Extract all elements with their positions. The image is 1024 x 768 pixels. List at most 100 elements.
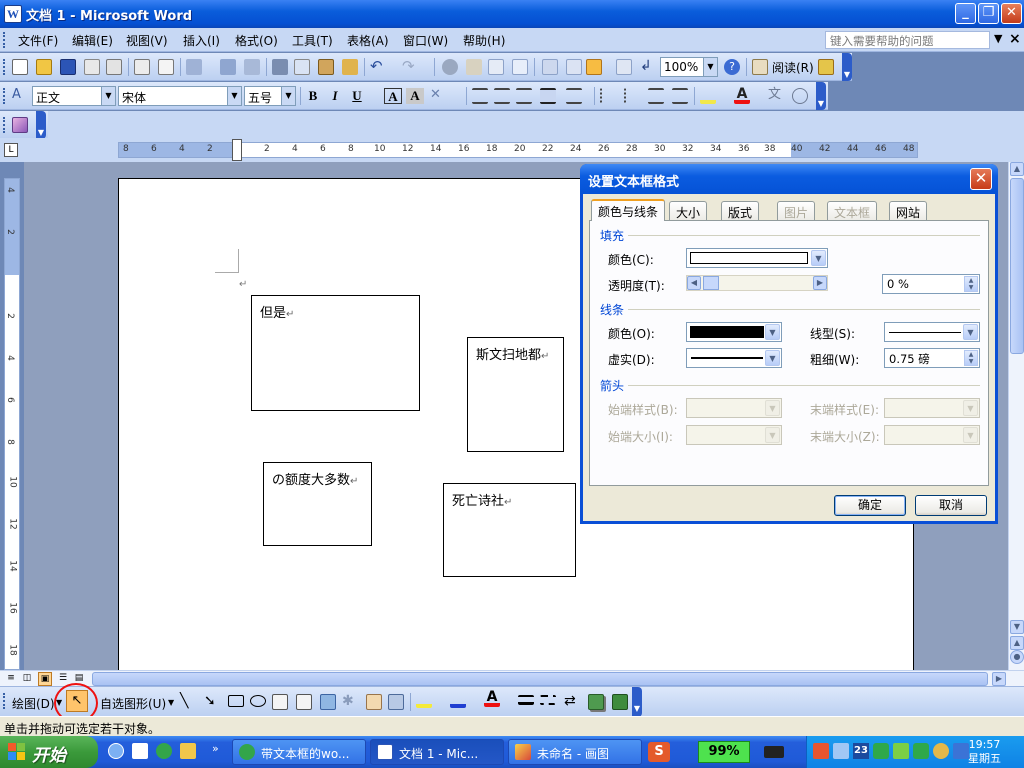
- columns-icon[interactable]: [542, 59, 558, 75]
- textbox-2[interactable]: 斯文扫地都↵: [467, 337, 564, 452]
- task-word-doc[interactable]: 带文本框的wo...: [232, 739, 366, 765]
- tab-selector[interactable]: L: [4, 143, 18, 157]
- menubar-grip[interactable]: [3, 32, 7, 48]
- textbox-3[interactable]: の额度大多数↵: [263, 462, 372, 546]
- line-style-icon[interactable]: [518, 695, 534, 705]
- 3d-style-icon[interactable]: [612, 694, 628, 710]
- chevron-down-icon[interactable]: ▼: [281, 87, 295, 105]
- vertical-scrollbar[interactable]: ▲ ▼ ▲ ●: [1008, 162, 1024, 670]
- char-shading-icon[interactable]: A: [406, 88, 424, 104]
- research-book-icon[interactable]: [244, 59, 260, 75]
- sogou-icon[interactable]: S: [648, 742, 670, 762]
- print-icon-2[interactable]: [134, 59, 150, 75]
- font-color-icon[interactable]: A: [484, 690, 500, 707]
- char-border-icon[interactable]: A: [384, 88, 402, 104]
- align-center-icon[interactable]: [494, 88, 510, 104]
- styles-icon[interactable]: A: [12, 88, 28, 104]
- wordart-icon[interactable]: [320, 694, 336, 710]
- more-quicklaunch-icon[interactable]: »: [212, 742, 219, 755]
- power-plug-icon[interactable]: [764, 746, 784, 758]
- tray-network-icon[interactable]: [833, 743, 849, 759]
- dialog-title-bar[interactable]: 设置文本框格式: [580, 164, 998, 194]
- folder-icon[interactable]: [180, 743, 196, 759]
- scroll-thumb[interactable]: [1010, 178, 1024, 354]
- h-scroll-thumb[interactable]: [92, 672, 988, 686]
- align-right-icon[interactable]: [516, 88, 532, 104]
- weight-input[interactable]: 0.75 磅 ▲ ▼: [884, 348, 980, 368]
- chevron-down-icon[interactable]: ▼: [765, 350, 780, 366]
- help-icon[interactable]: ?: [724, 59, 740, 75]
- char-scale-icon[interactable]: ✕: [430, 88, 446, 104]
- style-select[interactable]: 正文 ▼: [32, 86, 116, 106]
- paragraph-mark-icon[interactable]: ↲: [640, 59, 656, 75]
- bullets-icon[interactable]: [624, 88, 640, 104]
- ink-annotation-icon[interactable]: [12, 117, 28, 133]
- permission-icon[interactable]: [84, 59, 100, 75]
- close-button[interactable]: ✕: [1001, 3, 1022, 24]
- clipart-icon[interactable]: [366, 694, 382, 710]
- phonetic-guide-icon[interactable]: 文: [768, 88, 784, 104]
- toolbar-options-icon[interactable]: ▼: [816, 82, 826, 110]
- arrow-icon[interactable]: ➘: [204, 694, 220, 710]
- menu-help[interactable]: 帮助(H): [463, 32, 505, 49]
- chevron-down-icon[interactable]: ▼: [765, 324, 780, 340]
- scroll-right-icon[interactable]: ▶: [992, 672, 1006, 686]
- tables-borders-icon[interactable]: [466, 59, 482, 75]
- doc-close-icon[interactable]: ×: [1009, 31, 1021, 47]
- insert-excel-icon[interactable]: [512, 59, 528, 75]
- menu-window[interactable]: 窗口(W): [403, 32, 448, 49]
- help-search-input[interactable]: 键入需要帮助的问题: [825, 31, 990, 49]
- insert-table-icon[interactable]: [488, 59, 504, 75]
- line-color-select[interactable]: ▼: [686, 322, 782, 342]
- toolbar-grip[interactable]: [3, 693, 7, 709]
- read-mode-label[interactable]: 阅读(R): [772, 59, 814, 76]
- underline-button[interactable]: U: [348, 88, 366, 104]
- menu-insert[interactable]: 插入(I): [183, 32, 220, 49]
- chevron-down-icon[interactable]: ▼: [101, 87, 115, 105]
- tab-size[interactable]: 大小: [669, 201, 708, 220]
- table-insert-icon[interactable]: [818, 59, 834, 75]
- dash-select[interactable]: ▼: [686, 348, 782, 368]
- media-icon[interactable]: [132, 743, 148, 759]
- vertical-textbox-icon[interactable]: [296, 694, 312, 710]
- menu-file[interactable]: 文件(F): [18, 32, 58, 49]
- minimize-button[interactable]: _: [955, 3, 976, 24]
- print-preview-icon[interactable]: [158, 59, 174, 75]
- align-left-icon[interactable]: [472, 88, 488, 104]
- show-desktop-icon[interactable]: [108, 743, 124, 759]
- justify-icon[interactable]: [540, 88, 556, 104]
- slider-thumb[interactable]: [703, 276, 719, 290]
- copy-icon[interactable]: [294, 59, 310, 75]
- battery-badge[interactable]: 99%: [698, 741, 750, 763]
- tab-web[interactable]: 网站: [889, 201, 928, 220]
- tray-battery-icon[interactable]: [893, 743, 909, 759]
- toolbar-grip[interactable]: [3, 88, 7, 104]
- toolbar-grip[interactable]: [3, 59, 7, 75]
- hyperlink-icon[interactable]: [442, 59, 458, 75]
- chevron-down-icon[interactable]: ▼: [703, 58, 717, 76]
- increase-indent-icon[interactable]: [672, 88, 688, 104]
- font-size-select[interactable]: 五号 ▼: [244, 86, 296, 106]
- save-icon[interactable]: [60, 59, 76, 75]
- line-color-icon[interactable]: [450, 692, 466, 708]
- open-folder-icon[interactable]: [36, 59, 52, 75]
- undo-icon[interactable]: ↶: [370, 59, 386, 75]
- start-button[interactable]: 开始: [0, 736, 98, 768]
- fill-color-select[interactable]: ▼: [686, 248, 828, 268]
- indent-marker[interactable]: [232, 139, 242, 161]
- zoom-select[interactable]: 100% ▼: [660, 57, 718, 77]
- enclose-characters-icon[interactable]: [792, 88, 808, 104]
- picture-icon[interactable]: [388, 694, 404, 710]
- browse-object-icon[interactable]: ●: [1010, 650, 1024, 664]
- print-icon[interactable]: [106, 59, 122, 75]
- menu-view[interactable]: 视图(V): [126, 32, 168, 49]
- scroll-up-icon[interactable]: ▲: [1010, 162, 1024, 176]
- spinner-icon[interactable]: ▲ ▼: [964, 350, 978, 366]
- draw-menu-button[interactable]: 绘图(D): [12, 695, 55, 712]
- line-type-select[interactable]: ▼: [884, 322, 980, 342]
- numbering-icon[interactable]: [600, 88, 616, 104]
- toolbar-grip[interactable]: [3, 117, 7, 133]
- slider-left-icon[interactable]: ◀: [687, 276, 701, 290]
- normal-view-icon[interactable]: ≡: [4, 672, 18, 686]
- slider-right-icon[interactable]: ▶: [813, 276, 827, 290]
